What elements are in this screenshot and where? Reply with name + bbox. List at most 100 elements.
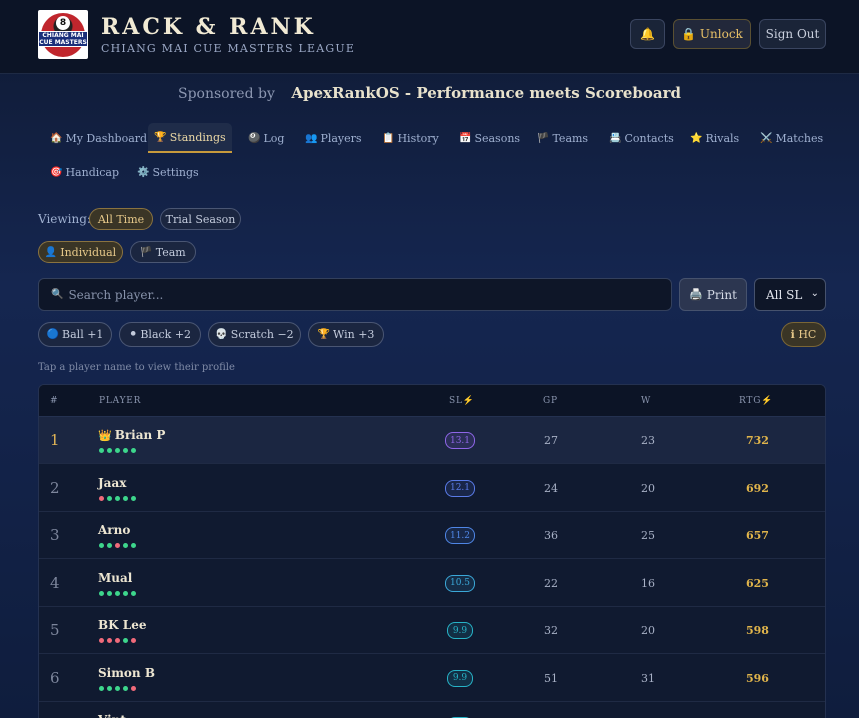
legend-ball[interactable]: 🔵 Ball +1 (38, 322, 112, 347)
mode-individual[interactable]: 👤 Individual (38, 241, 123, 263)
col-w[interactable]: W (641, 396, 651, 406)
rating: 596 (746, 671, 769, 685)
search-input[interactable]: 🔍 Search player... (38, 278, 672, 311)
wins: 20 (641, 481, 655, 495)
wins: 25 (641, 529, 655, 542)
tab-contacts[interactable]: 📇 Contacts (609, 123, 674, 153)
form-dots (99, 448, 136, 454)
rating: 692 (746, 481, 769, 495)
legend-scratch[interactable]: 💀 Scratch −2 (208, 322, 301, 347)
tab-history[interactable]: 📋 History (382, 123, 439, 153)
skill-level-badge: 11.2 (445, 527, 475, 544)
search-placeholder: Search player... (68, 287, 164, 302)
rating: 598 (746, 624, 769, 637)
table-row[interactable]: 6 Simon B 9.9 51 31 596 (39, 655, 825, 702)
crown-icon: 👑 (98, 429, 112, 442)
league-logo: 8 CHIANG MAI CUE MASTERS (38, 10, 88, 59)
tab-rivals[interactable]: ⭐ Rivals (690, 123, 739, 153)
form-dot (123, 638, 128, 643)
printer-icon: 🖨️ (689, 288, 703, 301)
tab-settings[interactable]: ⚙️ Settings (137, 157, 199, 187)
sponsor-name[interactable]: ApexRankOS - Performance meets Scoreboar… (291, 84, 681, 102)
handicap-info-button[interactable]: ℹ HC (781, 322, 826, 347)
table-row[interactable]: 4 Mual 10.5 22 16 625 (39, 560, 825, 607)
filter-trial-season[interactable]: Trial Season (160, 208, 241, 230)
calendar-icon: 📅 (459, 132, 472, 144)
sign-out-button[interactable]: Sign Out (759, 19, 826, 49)
col-player[interactable]: PLAYER (99, 396, 141, 406)
skull-icon: 💀 (215, 329, 228, 340)
form-dot (115, 495, 120, 501)
player-name[interactable]: BK Lee (98, 618, 146, 632)
form-dot (123, 685, 128, 691)
tab-handicap[interactable]: 🎯 Handicap (50, 157, 119, 187)
tab-matches[interactable]: ⚔️ Matches (760, 123, 823, 153)
table-row[interactable]: 3 Arno 11.2 36 25 657 (39, 512, 825, 559)
skill-level-badge: 13.1 (445, 432, 475, 449)
tab-teams[interactable]: 🏴 Teams (537, 123, 588, 153)
form-dots (99, 590, 136, 597)
wins: 20 (641, 624, 655, 637)
form-dot (131, 590, 136, 596)
skill-level-badge: 9.9 (447, 622, 473, 639)
row-rank: 6 (50, 668, 60, 687)
tab-standings[interactable]: 🏆 Standings (148, 123, 232, 153)
form-dot (115, 448, 120, 453)
table-row[interactable]: 1 👑 Brian P 13.1 27 23 732 (39, 417, 825, 464)
form-dot (99, 685, 104, 691)
tab-log[interactable]: 🎱 Log (248, 123, 284, 153)
crossed-swords-icon: ⚔️ (760, 132, 773, 144)
rating: 732 (746, 434, 769, 447)
sponsor-label: Sponsored by (178, 86, 275, 102)
skill-level-badge: 10.5 (445, 574, 475, 592)
tab-seasons[interactable]: 📅 Seasons (459, 123, 520, 153)
person-icon: 👤 (44, 246, 58, 258)
player-name[interactable]: Arno (98, 523, 130, 537)
col-sl[interactable]: SL⚡ (449, 396, 475, 406)
filter-all-time[interactable]: All Time (89, 208, 153, 230)
player-name[interactable]: 👑 Brian P (98, 428, 165, 442)
col-rtg[interactable]: RTG⚡ (739, 396, 773, 406)
tab-players[interactable]: 👥 Players (305, 123, 362, 153)
table-row[interactable]: 2 Jaax 12.1 24 20 692 (39, 465, 825, 512)
form-dot (115, 685, 120, 691)
flag-icon: 🏴 (140, 246, 153, 258)
games-played: 51 (544, 671, 558, 685)
app-header: 8 CHIANG MAI CUE MASTERS RACK & RANK CHIAN… (0, 0, 859, 74)
rating: 657 (746, 529, 769, 542)
legend-win[interactable]: 🏆 Win +3 (308, 322, 384, 347)
table-row[interactable]: 7Vint (39, 702, 825, 718)
star-icon: ⭐ (690, 132, 703, 144)
wins: 31 (641, 671, 655, 685)
chevron-down-icon: ⌄ (810, 288, 819, 299)
eight-ball-icon: 🎱 (248, 132, 261, 144)
search-icon: 🔍 (51, 289, 64, 300)
form-dot (107, 543, 112, 548)
trophy-icon: 🏆 (154, 131, 167, 143)
mode-team[interactable]: 🏴 Team (130, 241, 196, 263)
player-name[interactable]: Vint (98, 713, 126, 718)
unlock-button[interactable]: 🔒 Unlock (673, 19, 751, 49)
col-rank: # (50, 396, 59, 406)
player-name[interactable]: Simon B (98, 666, 155, 680)
games-played: 27 (544, 434, 558, 447)
app-title: RACK & RANK (101, 14, 316, 40)
player-name[interactable]: Jaax (98, 476, 126, 490)
table-row[interactable]: 5 BK Lee 9.9 32 20 598 (39, 607, 825, 654)
form-dot (115, 543, 120, 548)
form-dot (115, 590, 120, 596)
app-subtitle: CHIANG MAI CUE MASTERS LEAGUE (101, 42, 356, 55)
sl-filter-select[interactable]: All SL ⌄ (754, 278, 826, 311)
row-rank: 1 (50, 431, 60, 449)
tab-my-dashboard[interactable]: 🏠 My Dashboard (50, 123, 147, 153)
wins: 16 (641, 576, 655, 590)
notifications-button[interactable]: 🔔 (630, 19, 665, 49)
target-icon: 🎯 (50, 166, 63, 178)
print-button[interactable]: 🖨️ Print (679, 278, 747, 311)
house-icon: 🏠 (50, 132, 63, 144)
card-index-icon: 📇 (609, 132, 622, 144)
col-gp[interactable]: GP (543, 396, 558, 406)
legend-black[interactable]: ⚫ Black +2 (119, 322, 201, 347)
player-name[interactable]: Mual (98, 571, 132, 585)
games-played: 24 (544, 481, 558, 495)
